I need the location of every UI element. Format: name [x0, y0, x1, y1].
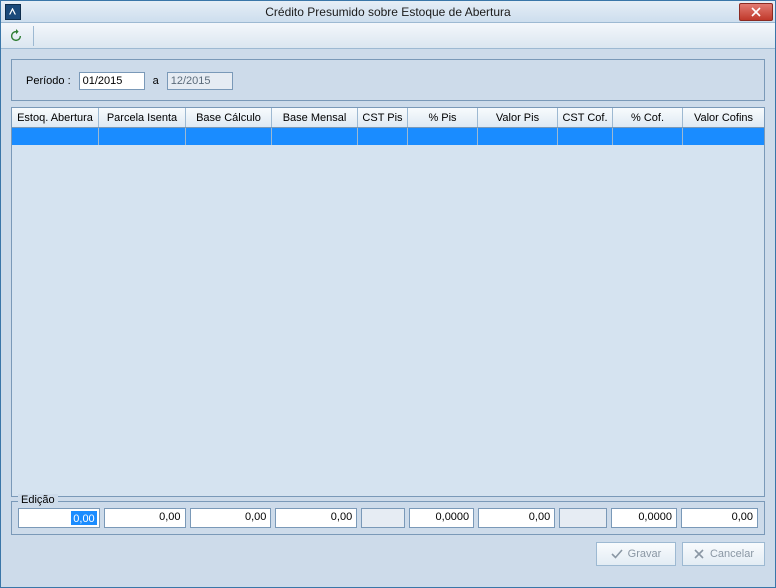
- edit-valor-cofins[interactable]: 0,00: [681, 508, 758, 528]
- edit-pct-cof[interactable]: 0,0000: [611, 508, 677, 528]
- col-header[interactable]: Valor Pis: [478, 108, 558, 127]
- cell[interactable]: [186, 128, 272, 145]
- cell[interactable]: [613, 128, 683, 145]
- save-button[interactable]: Gravar: [596, 542, 676, 566]
- col-header[interactable]: Valor Cofins: [683, 108, 764, 127]
- edit-valor-pis[interactable]: 0,00: [478, 508, 555, 528]
- col-header[interactable]: Parcela Isenta: [99, 108, 186, 127]
- refresh-icon: [9, 29, 23, 43]
- period-end-input: [167, 72, 233, 90]
- edit-value: 0,00: [71, 511, 96, 525]
- grid-row[interactable]: [12, 128, 764, 145]
- toolbar: [1, 23, 775, 49]
- body: Período : a Estoq. Abertura Parcela Isen…: [1, 49, 775, 587]
- check-icon: [611, 548, 623, 560]
- save-label: Gravar: [628, 548, 662, 560]
- cell[interactable]: [358, 128, 408, 145]
- app-icon: [5, 4, 21, 20]
- period-separator: a: [153, 75, 159, 87]
- cell[interactable]: [99, 128, 186, 145]
- period-panel: Período : a: [11, 59, 765, 101]
- cancel-label: Cancelar: [710, 548, 754, 560]
- edit-row: 0,00 0,00 0,00 0,00 0,0000 0,00 0,0000 0…: [18, 508, 758, 528]
- edit-fieldset: Edição 0,00 0,00 0,00 0,00 0,0000 0,00 0…: [11, 501, 765, 535]
- edit-estoq-abertura[interactable]: 0,00: [18, 508, 100, 528]
- col-header[interactable]: Base Cálculo: [186, 108, 272, 127]
- edit-pct-pis[interactable]: 0,0000: [409, 508, 475, 528]
- cell[interactable]: [478, 128, 558, 145]
- period-start-input[interactable]: [79, 72, 145, 90]
- cell[interactable]: [683, 128, 764, 145]
- cell[interactable]: [408, 128, 478, 145]
- toolbar-separator: [33, 26, 34, 46]
- col-header[interactable]: CST Cof.: [558, 108, 613, 127]
- refresh-button[interactable]: [5, 25, 27, 47]
- footer: Gravar Cancelar: [1, 539, 775, 573]
- edit-cst-cof[interactable]: [559, 508, 607, 528]
- col-header[interactable]: % Cof.: [613, 108, 683, 127]
- cell[interactable]: [12, 128, 99, 145]
- edit-base-calculo[interactable]: 0,00: [190, 508, 272, 528]
- grid-header: Estoq. Abertura Parcela Isenta Base Cálc…: [12, 108, 764, 128]
- edit-base-mensal[interactable]: 0,00: [275, 508, 357, 528]
- col-header[interactable]: CST Pis: [358, 108, 408, 127]
- grid-body[interactable]: [12, 128, 764, 496]
- col-header[interactable]: Estoq. Abertura: [12, 108, 99, 127]
- grid: Estoq. Abertura Parcela Isenta Base Cálc…: [11, 107, 765, 497]
- period-label: Período :: [26, 75, 71, 87]
- close-icon: [751, 7, 761, 17]
- col-header[interactable]: Base Mensal: [272, 108, 358, 127]
- window-title: Crédito Presumido sobre Estoque de Abert…: [1, 5, 775, 19]
- cancel-icon: [693, 548, 705, 560]
- titlebar: Crédito Presumido sobre Estoque de Abert…: [1, 1, 775, 23]
- edit-legend: Edição: [18, 494, 58, 506]
- close-button[interactable]: [739, 3, 773, 21]
- cancel-button[interactable]: Cancelar: [682, 542, 765, 566]
- edit-parcela-isenta[interactable]: 0,00: [104, 508, 186, 528]
- edit-cst-pis[interactable]: [361, 508, 404, 528]
- cell[interactable]: [558, 128, 613, 145]
- col-header[interactable]: % Pis: [408, 108, 478, 127]
- window-frame: Crédito Presumido sobre Estoque de Abert…: [0, 0, 776, 588]
- cell[interactable]: [272, 128, 358, 145]
